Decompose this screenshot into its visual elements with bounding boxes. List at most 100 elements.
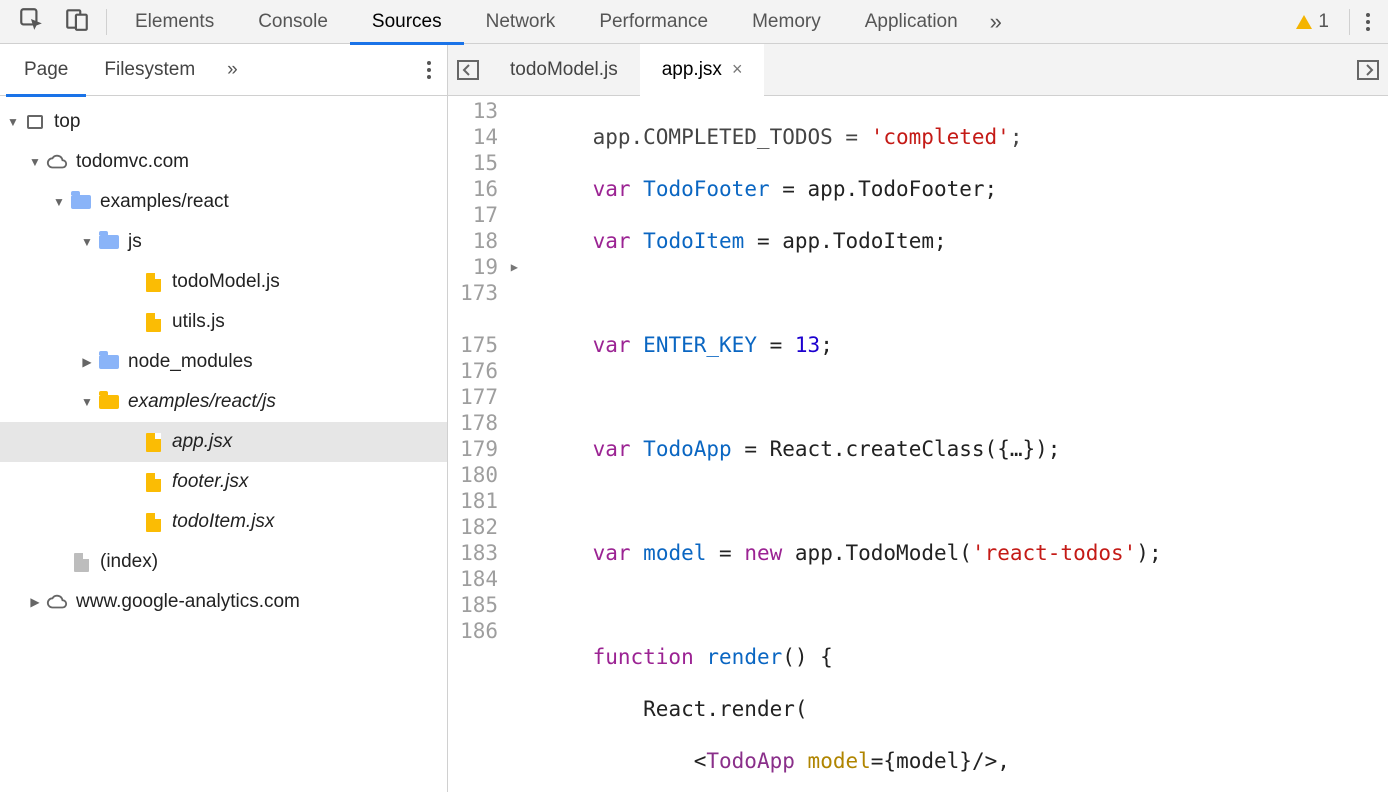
code-line: var ENTER_KEY = 13;: [542, 332, 1388, 358]
tree-label: examples/react: [100, 191, 229, 213]
twisty-closed-icon: ▶: [80, 355, 94, 369]
cloud-icon: [46, 594, 68, 610]
toggle-navigator-button[interactable]: [448, 60, 488, 80]
line-number[interactable]: 185: [448, 592, 522, 618]
close-tab-button[interactable]: ×: [732, 59, 743, 80]
line-number[interactable]: 178: [448, 410, 522, 436]
tree-file-utils[interactable]: utils.js: [0, 302, 447, 342]
code-line: function render() {: [542, 644, 1388, 670]
tab-application[interactable]: Application: [843, 0, 980, 44]
line-number[interactable]: 186: [448, 618, 522, 644]
warnings-badge[interactable]: 1: [1282, 11, 1343, 33]
tab-console[interactable]: Console: [236, 0, 350, 44]
tab-performance[interactable]: Performance: [577, 0, 730, 44]
code-editor[interactable]: 13 14 15 16 17 18 19▶ 173 174 175 176 17…: [448, 96, 1388, 792]
editor-tab-app-jsx[interactable]: app.jsx ×: [640, 44, 765, 96]
line-number[interactable]: 177: [448, 384, 522, 410]
line-number[interactable]: 184: [448, 566, 522, 592]
code-line: var TodoFooter = app.TodoFooter;: [542, 176, 1388, 202]
tree-file-footer-jsx[interactable]: footer.jsx: [0, 462, 447, 502]
code-content[interactable]: app.COMPLETED_TODOS = 'completed'; var T…: [528, 96, 1388, 792]
twisty-open-icon: ▼: [52, 195, 66, 209]
tree-folder-examples-react-js[interactable]: ▼ examples/react/js: [0, 382, 447, 422]
tab-label: Memory: [752, 11, 821, 33]
line-number[interactable]: 17: [448, 202, 522, 228]
tab-elements[interactable]: Elements: [113, 0, 236, 44]
warning-icon: [1296, 15, 1312, 29]
tree-domain-ga[interactable]: ▶ www.google-analytics.com: [0, 582, 447, 622]
line-number[interactable]: 14: [448, 124, 522, 150]
subtab-filesystem[interactable]: Filesystem: [86, 44, 213, 96]
tree-folder-examples-react[interactable]: ▼ examples/react: [0, 182, 447, 222]
line-number[interactable]: 19▶: [448, 254, 522, 280]
tab-sources[interactable]: Sources: [350, 0, 464, 44]
tree-label: app.jsx: [172, 431, 232, 453]
line-number[interactable]: 13: [448, 98, 522, 124]
file-icon: [142, 273, 164, 292]
tab-label: Performance: [599, 11, 708, 33]
code-line: [542, 592, 1388, 618]
tree-label: node_modules: [128, 351, 253, 373]
toggle-debugger-button[interactable]: [1348, 60, 1388, 80]
more-tabs-button[interactable]: »: [980, 0, 1012, 44]
twisty-open-icon: ▼: [80, 395, 94, 409]
line-number[interactable]: 15: [448, 150, 522, 176]
tab-network[interactable]: Network: [464, 0, 578, 44]
toggle-device-button[interactable]: [54, 0, 100, 44]
line-number[interactable]: 175: [448, 332, 522, 358]
editor-tab-label: app.jsx: [662, 59, 722, 81]
line-number[interactable]: 183: [448, 540, 522, 566]
navigator-menu-button[interactable]: [417, 61, 441, 79]
tree-frame-top[interactable]: ▼ top: [0, 102, 447, 142]
code-line: <TodoApp model={model}/>,: [542, 748, 1388, 774]
tab-label: Sources: [372, 11, 442, 33]
tree-label: js: [128, 231, 142, 253]
line-number[interactable]: 182: [448, 514, 522, 540]
tree-folder-node-modules[interactable]: ▶ node_modules: [0, 342, 447, 382]
tree-file-todomodel[interactable]: todoModel.js: [0, 262, 447, 302]
more-subtabs-button[interactable]: »: [213, 59, 252, 81]
navigator-subtabs: Page Filesystem »: [0, 44, 447, 96]
tab-label: Network: [486, 11, 556, 33]
inspect-element-button[interactable]: [8, 0, 54, 44]
twisty-open-icon: ▼: [80, 235, 94, 249]
tree-folder-js[interactable]: ▼ js: [0, 222, 447, 262]
editor-tab-todomodel[interactable]: todoModel.js: [488, 44, 640, 96]
tree-label: (index): [100, 551, 158, 573]
line-number[interactable]: 180: [448, 462, 522, 488]
tree-file-index[interactable]: (index): [0, 542, 447, 582]
line-number[interactable]: 179: [448, 436, 522, 462]
subtab-label: Filesystem: [104, 59, 195, 81]
tree-label: examples/react/js: [128, 391, 276, 413]
tree-file-app-jsx[interactable]: app.jsx: [0, 422, 447, 462]
tree-label: footer.jsx: [172, 471, 248, 493]
devtools-menu-button[interactable]: [1356, 13, 1380, 31]
file-icon: [142, 433, 164, 452]
line-number[interactable]: 176: [448, 358, 522, 384]
line-number[interactable]: 181: [448, 488, 522, 514]
tree-file-todoitem-jsx[interactable]: todoItem.jsx: [0, 502, 447, 542]
line-number[interactable]: 173: [448, 280, 522, 306]
line-number[interactable]: 18: [448, 228, 522, 254]
breakpoint-line-number[interactable]: 174: [448, 306, 522, 332]
fold-toggle-icon[interactable]: ▶: [511, 254, 518, 280]
tab-label: Application: [865, 11, 958, 33]
subtab-page[interactable]: Page: [6, 44, 86, 96]
inspect-icon: [18, 6, 44, 38]
code-line: var model = new app.TodoModel('react-tod…: [542, 540, 1388, 566]
code-line: var TodoItem = app.TodoItem;: [542, 228, 1388, 254]
folder-icon: [98, 235, 120, 249]
twisty-closed-icon: ▶: [28, 595, 42, 609]
cloud-icon: [46, 154, 68, 170]
devtools-main-tabs: Elements Console Sources Network Perform…: [0, 0, 1388, 44]
code-line: [542, 384, 1388, 410]
tree-domain-todomvc[interactable]: ▼ todomvc.com: [0, 142, 447, 182]
tab-label: Console: [258, 11, 328, 33]
tab-memory[interactable]: Memory: [730, 0, 843, 44]
editor-panel: todoModel.js app.jsx × 13 14 15 16 17 18…: [448, 44, 1388, 792]
line-number[interactable]: 16: [448, 176, 522, 202]
twisty-open-icon: ▼: [6, 115, 20, 129]
editor-tab-label: todoModel.js: [510, 59, 618, 81]
line-gutter[interactable]: 13 14 15 16 17 18 19▶ 173 174 175 176 17…: [448, 96, 528, 792]
file-icon: [70, 553, 92, 572]
